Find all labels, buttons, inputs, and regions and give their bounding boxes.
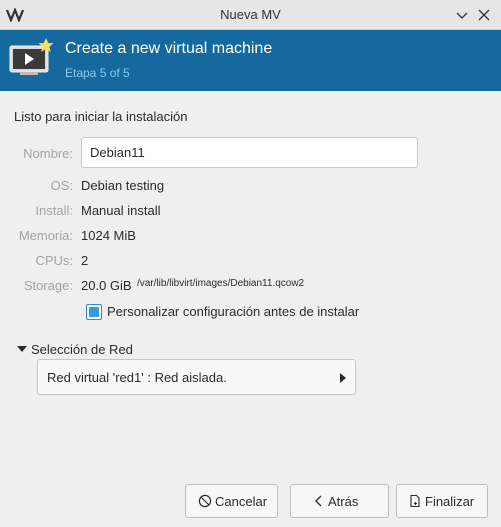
storage-label: Storage: [23,278,73,293]
step-indicator: Etapa 5 of 5 [65,66,130,80]
cancel-label: Cancelar [215,494,268,509]
close-icon [478,9,490,21]
memory-value: 1024 MiB [81,228,136,243]
storage-size: 20.0 GiB [81,278,132,293]
install-value: Manual install [81,203,161,218]
finish-document-icon [410,494,420,508]
customize-label: Personalizar configuración antes de inst… [107,304,360,319]
minimize-button[interactable] [452,5,472,25]
network-select[interactable]: Red virtual 'red1' : Red aislada. [37,359,356,395]
finish-label: Finalizar [425,494,475,509]
ready-heading: Listo para iniciar la instalación [14,109,188,124]
chevron-right-icon [340,373,346,383]
new-vm-icon [9,38,54,75]
chevron-down-icon [456,12,468,19]
storage-path: /var/lib/libvirt/images/Debian11.qcow2 [137,278,305,289]
expander-arrow-icon [17,346,27,352]
name-label: Nombre: [23,146,73,161]
os-label: OS: [50,178,73,193]
chevron-left-icon [315,495,322,507]
cpus-value: 2 [81,253,89,268]
network-selected-value: Red virtual 'red1' : Red aislada. [47,370,227,385]
close-button[interactable] [474,5,494,25]
back-label: Atrás [328,494,359,509]
summary-panel: Listo para iniciar la instalación Nombre… [0,92,501,527]
cpus-label: CPUs: [35,253,73,268]
memory-label: Memoria: [18,228,73,243]
cancel-button[interactable]: Cancelar [185,484,278,518]
network-expander-label: Selección de Red [31,342,133,357]
header-banner: Create a new virtual machine Etapa 5 of … [0,30,501,91]
page-title: Create a new virtual machine [65,40,273,57]
customize-checkbox[interactable] [86,304,102,320]
os-value: Debian testing [81,178,165,193]
title-bar: Nueva MV [0,0,501,30]
cancel-icon [198,494,212,508]
finish-button[interactable]: Finalizar [396,484,488,518]
install-label: Install: [35,203,73,218]
back-button[interactable]: Atrás [290,484,389,518]
window-title: Nueva MV [220,7,281,22]
checkbox-check-mark [89,307,99,317]
name-field[interactable] [81,137,418,168]
